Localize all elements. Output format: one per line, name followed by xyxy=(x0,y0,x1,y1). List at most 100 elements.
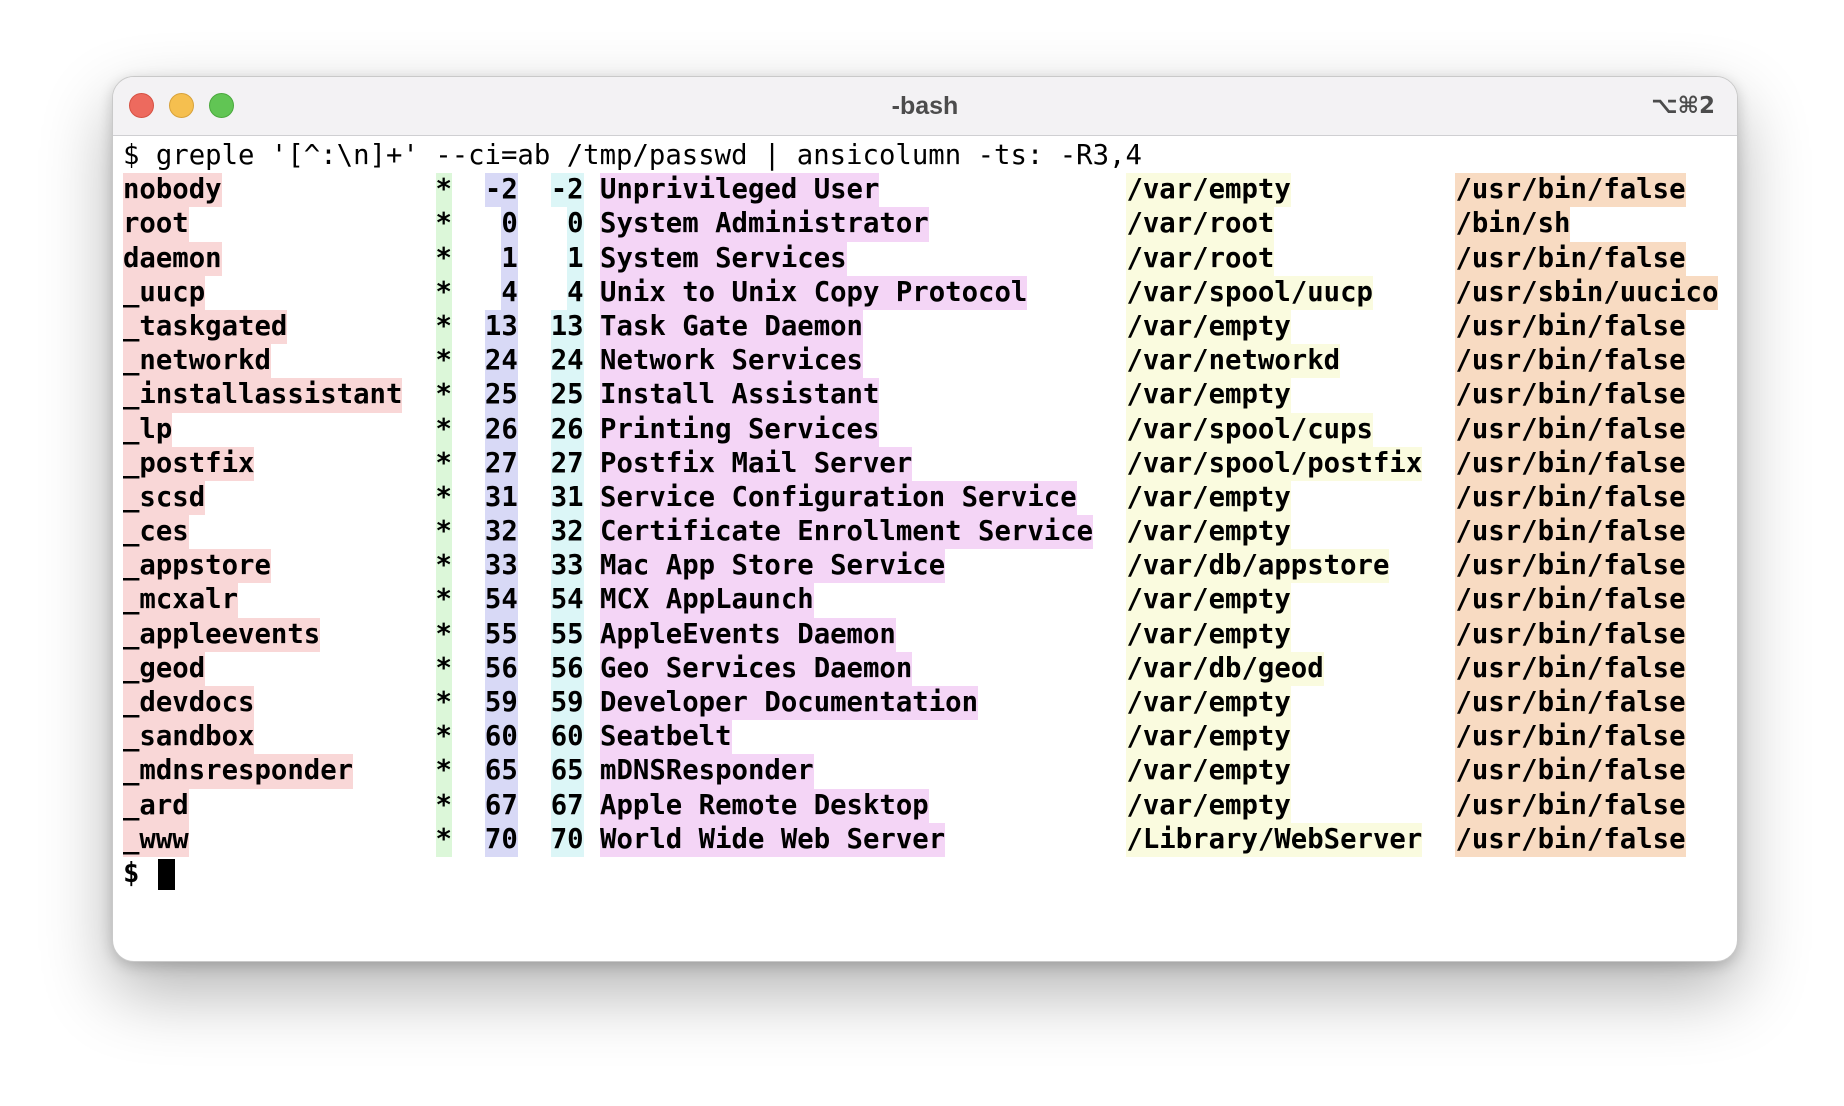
output-row: _geod * 56 56 Geo Services Daemon/var/db/geo… xyxy=(123,651,1737,686)
cell-gid: 70 xyxy=(550,822,584,857)
cell-pw: * xyxy=(435,686,452,721)
output-row: root * 0 0 System Administrator/var/root/bin… xyxy=(123,207,1737,242)
cell-shell: /usr/bin/false xyxy=(1455,480,1686,516)
cell-home: /var/db/appstore xyxy=(1126,549,1390,584)
cell-shell: /usr/bin/false xyxy=(1455,549,1686,584)
cell-pw: * xyxy=(435,651,452,686)
output-row: _devdocs * 59 59 Developer Documentation/var… xyxy=(123,686,1737,721)
output-row: _mcxalr * 54 54 MCX AppLaunch/var/empty/usr/… xyxy=(123,583,1737,618)
cell-shell: /usr/bin/false xyxy=(1455,378,1686,413)
cell-pw: * xyxy=(435,617,452,652)
output-row: _installassistant * 25 25 Install Assistant /… xyxy=(123,378,1737,413)
cell-shell: /bin/sh xyxy=(1455,207,1571,242)
cell-home: /var/empty xyxy=(1126,378,1291,413)
cell-uid: 33 xyxy=(484,549,518,584)
cell-gid: 54 xyxy=(550,583,584,618)
cell-name: _uucp xyxy=(123,275,206,310)
terminal-content[interactable]: $ greple '[^:\n]+' --ci=ab /tmp/passwd |… xyxy=(123,139,1737,961)
cell-gid: -2 xyxy=(550,173,584,208)
cell-pw: * xyxy=(435,378,452,413)
cell-uid: 26 xyxy=(484,412,518,447)
cell-uid: 55 xyxy=(484,617,518,652)
cell-uid: 13 xyxy=(484,309,518,345)
cell-home: /var/spool/cups xyxy=(1126,412,1373,447)
cell-shell: /usr/sbin/uucico xyxy=(1455,275,1719,310)
cell-shell: /usr/bin/false xyxy=(1455,686,1686,721)
cell-name: _ard xyxy=(123,788,189,823)
cell-gid: 32 xyxy=(550,515,584,550)
output-row: _mdnsresponder * 65 65 mDNSResponder/var/emp… xyxy=(123,754,1737,789)
cell-home: /var/empty xyxy=(1126,788,1291,823)
cell-pw: * xyxy=(435,788,452,823)
cell-desc: Apple Remote Desktop xyxy=(600,788,929,823)
cell-uid: 60 xyxy=(484,720,518,755)
cell-desc: Task Gate Daemon xyxy=(600,309,863,345)
cell-home: /var/root xyxy=(1126,207,1275,242)
prompt: $ xyxy=(123,140,140,171)
output-row: _www * 70 70 World Wide Web Server/Library/W… xyxy=(123,822,1737,857)
cell-shell: /usr/bin/false xyxy=(1455,344,1686,379)
cell-name: root xyxy=(123,207,189,242)
cell-home: /var/spool/uucp xyxy=(1126,275,1373,310)
cell-desc: AppleEvents Daemon xyxy=(600,617,896,652)
cell-home: /var/empty xyxy=(1126,515,1291,550)
cell-pw: * xyxy=(435,309,452,345)
window-shortcut: ⌥⌘2 xyxy=(1651,93,1715,119)
cell-name: _networkd xyxy=(123,344,271,379)
cell-uid: 4 xyxy=(501,275,518,310)
cell-pw: * xyxy=(435,720,452,755)
cell-shell: /usr/bin/false xyxy=(1455,754,1686,789)
cell-name: _geod xyxy=(123,651,206,686)
terminal-window: -bash ⌥⌘2 $ greple '[^:\n]+' --ci=ab /tm… xyxy=(112,76,1738,962)
cell-desc: Developer Documentation xyxy=(600,686,979,721)
cell-home: /var/empty xyxy=(1126,720,1291,755)
cell-gid: 59 xyxy=(550,686,584,721)
cell-home: /var/empty xyxy=(1126,309,1291,345)
output-row: _networkd * 24 24 Network Services/var/netwo… xyxy=(123,344,1737,379)
cell-desc: Install Assistant xyxy=(600,378,880,413)
output-row: _postfix * 27 27 Postfix Mail Server/var/spo… xyxy=(123,446,1737,481)
cell-uid: 59 xyxy=(484,686,518,721)
cell-desc: System Administrator xyxy=(600,207,929,242)
cell-uid: 65 xyxy=(484,754,518,789)
cell-home: /var/empty xyxy=(1126,617,1291,652)
cell-pw: * xyxy=(435,754,452,789)
output-row: _appleevents * 55 55 AppleEvents Daemon/var/… xyxy=(123,617,1737,652)
cell-name: _mcxalr xyxy=(123,583,239,618)
output-row: _scsd * 31 31 Service Configuration Service /… xyxy=(123,480,1737,516)
cell-name: _installassistant xyxy=(123,378,403,413)
title-bar[interactable]: -bash ⌥⌘2 xyxy=(113,77,1737,136)
cell-home: /var/empty xyxy=(1126,583,1291,618)
cell-uid: 0 xyxy=(501,207,518,242)
cell-shell: /usr/bin/false xyxy=(1455,173,1686,208)
cell-pw: * xyxy=(435,822,452,857)
cell-home: /var/spool/postfix xyxy=(1126,446,1423,481)
cell-desc: MCX AppLaunch xyxy=(600,583,814,618)
cell-gid: 31 xyxy=(550,480,584,516)
cell-shell: /usr/bin/false xyxy=(1455,412,1686,447)
cell-uid: 54 xyxy=(484,583,518,618)
cell-gid: 33 xyxy=(550,549,584,584)
cell-desc: Certificate Enrollment Service xyxy=(600,515,1094,550)
cell-name: nobody xyxy=(123,173,222,208)
cell-gid: 56 xyxy=(550,651,584,686)
cell-desc: Mac App Store Service xyxy=(600,549,946,584)
cell-pw: * xyxy=(435,446,452,481)
cell-gid: 26 xyxy=(550,412,584,447)
cell-uid: 67 xyxy=(484,788,518,823)
cell-shell: /usr/bin/false xyxy=(1455,651,1686,686)
cell-gid: 65 xyxy=(550,754,584,789)
cell-uid: -2 xyxy=(484,173,518,208)
cell-gid: 0 xyxy=(567,207,584,242)
cell-shell: /usr/bin/false xyxy=(1455,822,1686,857)
cell-gid: 27 xyxy=(550,446,584,481)
cell-gid: 67 xyxy=(550,788,584,823)
cell-desc: Service Configuration Service xyxy=(600,480,1077,516)
cell-shell: /usr/bin/false xyxy=(1455,617,1686,652)
text-cursor xyxy=(157,858,175,890)
cell-gid: 1 xyxy=(567,241,584,276)
cell-name: _devdocs xyxy=(123,686,255,721)
cell-uid: 56 xyxy=(484,651,518,686)
cell-desc: System Services xyxy=(600,241,847,276)
cell-gid: 55 xyxy=(550,617,584,652)
